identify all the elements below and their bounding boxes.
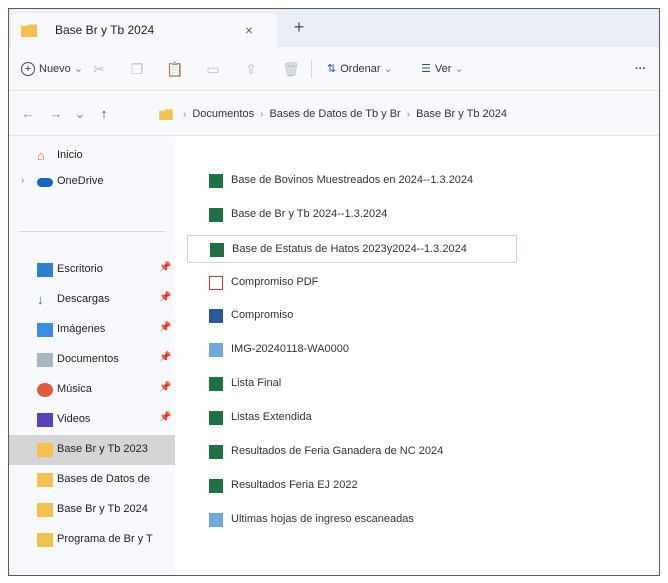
folder-icon xyxy=(159,108,173,120)
pictures-icon xyxy=(37,323,53,337)
pin-icon[interactable]: 📌 xyxy=(159,382,171,393)
sort-icon: ⇅ xyxy=(327,63,337,75)
tab-bar: Base Br y Tb 2024 × + xyxy=(9,9,659,47)
new-button[interactable]: + Nuevo ⌄ xyxy=(21,59,83,79)
pin-icon[interactable]: 📌 xyxy=(159,262,171,273)
home-icon: ⌂ xyxy=(37,148,45,163)
music-icon xyxy=(37,383,53,397)
image-file-icon xyxy=(209,513,223,527)
documents-icon xyxy=(37,353,53,367)
download-icon: ↓ xyxy=(37,292,44,307)
excel-file-icon xyxy=(209,377,223,391)
desktop-icon xyxy=(37,263,53,277)
sidebar-item-documentos[interactable]: Documentos 📌 xyxy=(9,345,175,375)
excel-file-icon xyxy=(209,411,223,425)
word-file-icon xyxy=(209,309,223,323)
chevron-right-icon: › xyxy=(21,175,25,186)
breadcrumb-item[interactable]: Bases de Datos de Tb y Br xyxy=(269,108,400,120)
list-item[interactable]: Ultimas hojas de ingreso escaneadas xyxy=(187,506,517,534)
chevron-down-icon: ⌄ xyxy=(383,63,393,75)
share-icon[interactable]: ⇪ xyxy=(241,59,261,79)
list-item[interactable]: Resultados Feria EJ 2022 xyxy=(187,472,517,500)
up-arrow-icon[interactable]: ↑ xyxy=(95,104,113,124)
view-button[interactable]: ☰ Ver ⌄ xyxy=(421,59,464,79)
rename-icon[interactable]: ▭ xyxy=(203,59,223,79)
list-item[interactable]: Base de Br y Tb 2024--1.3.2024 xyxy=(187,201,517,229)
breadcrumb-chevron-icon: › xyxy=(260,108,264,120)
excel-file-icon xyxy=(209,479,223,493)
excel-file-icon xyxy=(210,243,224,257)
sidebar-divider xyxy=(19,231,165,232)
breadcrumb: › Documentos › Bases de Datos de Tb y Br… xyxy=(159,103,507,125)
breadcrumb-item[interactable]: Documentos xyxy=(192,108,254,120)
image-file-icon xyxy=(209,343,223,357)
folder-icon xyxy=(37,533,53,547)
toolbar-divider xyxy=(311,60,312,78)
excel-file-icon xyxy=(209,445,223,459)
sidebar-item-programa[interactable]: Programa de Br y T xyxy=(9,525,175,555)
file-explorer-window: Base Br y Tb 2024 × + + Nuevo ⌄ ✂ ❐ 📋 ▭ ⇪… xyxy=(8,8,660,576)
list-item[interactable]: Compromiso xyxy=(187,302,517,330)
sidebar-item-imagenes[interactable]: Imágenes 📌 xyxy=(9,315,175,345)
chevron-down-icon: ⌄ xyxy=(73,63,84,75)
tab-active[interactable]: Base Br y Tb 2024 × xyxy=(11,13,277,47)
sidebar-item-escritorio[interactable]: Escritorio 📌 xyxy=(9,255,175,285)
list-item[interactable]: Listas Extendida xyxy=(187,404,517,432)
list-item[interactable]: Lista Final xyxy=(187,370,517,398)
paste-icon[interactable]: 📋 xyxy=(165,59,185,79)
pdf-file-icon xyxy=(209,276,223,290)
folder-icon xyxy=(21,24,37,37)
breadcrumb-chevron-icon: › xyxy=(183,108,187,120)
excel-file-icon xyxy=(209,174,223,188)
command-bar: + Nuevo ⌄ ✂ ❐ 📋 ▭ ⇪ 🗑 ⇅ Ordenar ⌄ ☰ Ver ⌄ ·… xyxy=(9,47,659,91)
back-arrow-icon[interactable]: ← xyxy=(19,104,37,124)
cloud-icon xyxy=(37,178,53,187)
excel-file-icon xyxy=(209,208,223,222)
cut-icon[interactable]: ✂ xyxy=(89,59,109,79)
list-item[interactable]: Base de Estatus de Hatos 2023y2024--1.3.… xyxy=(187,235,517,263)
pin-icon[interactable]: 📌 xyxy=(159,322,171,333)
sidebar-item-base-2023[interactable]: Base Br y Tb 2023 xyxy=(9,435,175,465)
breadcrumb-item[interactable]: Base Br y Tb 2024 xyxy=(416,108,507,120)
chevron-down-icon[interactable]: ⌄ xyxy=(71,104,89,124)
plus-circle-icon: + xyxy=(21,62,35,76)
list-item[interactable]: Base de Bovinos Muestreados en 2024--1.3… xyxy=(187,167,517,195)
close-tab-icon[interactable]: × xyxy=(239,20,259,40)
chevron-down-icon: ⌄ xyxy=(454,63,464,75)
folder-icon xyxy=(37,443,53,457)
sidebar-item-descargas[interactable]: ↓ Descargas 📌 xyxy=(9,285,175,315)
address-bar: ← → ⌄ ↑ › Documentos › Bases de Datos de… xyxy=(9,92,659,136)
folder-icon xyxy=(37,473,53,487)
sidebar-item-bases-de-datos[interactable]: Bases de Datos de xyxy=(9,465,175,495)
navigation-pane: ⌂ Inicio › OneDrive Escritorio 📌 ↓ Desca… xyxy=(9,137,175,575)
forward-arrow-icon[interactable]: → xyxy=(47,104,65,124)
copy-icon[interactable]: ❐ xyxy=(127,59,147,79)
video-icon xyxy=(37,413,53,427)
delete-icon[interactable]: 🗑 xyxy=(281,59,301,79)
list-item[interactable]: IMG-20240118-WA0000 xyxy=(187,336,517,364)
sort-button[interactable]: ⇅ Ordenar ⌄ xyxy=(327,59,393,79)
tab-title: Base Br y Tb 2024 xyxy=(55,23,155,37)
view-icon: ☰ xyxy=(421,63,431,75)
sidebar-item-musica[interactable]: Música 📌 xyxy=(9,375,175,405)
more-options-button[interactable]: ··· xyxy=(635,59,646,79)
list-item[interactable]: Compromiso PDF xyxy=(187,269,517,297)
sidebar-item-base-2024[interactable]: Base Br y Tb 2024 xyxy=(9,495,175,525)
breadcrumb-chevron-icon: › xyxy=(406,108,411,120)
pin-icon[interactable]: 📌 xyxy=(159,292,171,303)
folder-icon xyxy=(37,503,53,517)
sidebar-item-onedrive[interactable]: › OneDrive xyxy=(9,167,175,197)
pin-icon[interactable]: 📌 xyxy=(159,412,171,423)
list-item[interactable]: Resultados de Feria Ganadera de NC 2024 xyxy=(187,438,517,466)
new-tab-button[interactable]: + xyxy=(289,17,309,37)
sidebar-item-videos[interactable]: Videos 📌 xyxy=(9,405,175,435)
pin-icon[interactable]: 📌 xyxy=(159,352,171,363)
